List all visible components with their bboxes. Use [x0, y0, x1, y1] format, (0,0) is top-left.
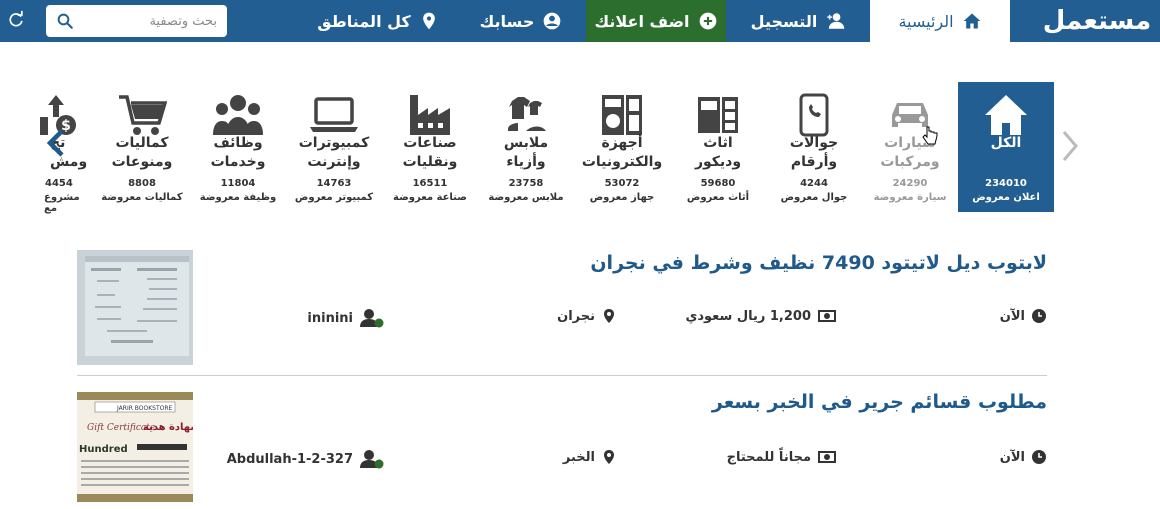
category-sub: مشروع مع	[44, 192, 80, 214]
nav-register-label: التسجيل	[750, 11, 818, 31]
category-count: 8808	[128, 178, 156, 189]
category-label: صناعات ونقليات	[402, 135, 458, 170]
category-clothes[interactable]: ملابس وأزياء 23758 ملابس معروضة	[478, 82, 574, 212]
listing-item[interactable]: لابتوب ديل لاتيتود 7490 نظيف وشرط في نجر…	[77, 240, 1047, 376]
category-carousel: الكل 234010 اعلان معروض سيارات ومركبات 2…	[0, 82, 1160, 214]
category-sub: أثاث معروض	[686, 192, 750, 203]
user-circle-icon	[544, 12, 561, 30]
category-sub: كمبيوتر معروض	[294, 192, 374, 203]
category-count: 4244	[800, 178, 828, 189]
category-sub: سيارة معروضة	[873, 192, 947, 203]
money-icon	[818, 310, 836, 322]
top-navbar: مستعمل الرئيسية التسجيل اضف اعلانك حسابك…	[0, 0, 1160, 42]
user-online-icon	[360, 450, 384, 469]
listing-price: مجاناً للمحتاج	[727, 449, 837, 465]
home-icon	[963, 13, 980, 29]
category-furniture[interactable]: اثاث وديكور 59680 أثاث معروض	[670, 82, 766, 212]
listing-city[interactable]: نجران	[557, 308, 617, 324]
category-sub: صناعة معروضة	[393, 192, 467, 203]
add-user-icon	[827, 13, 845, 29]
category-count: 4454	[45, 178, 73, 189]
category-label: كمبيوترات وإنترنت	[298, 135, 370, 170]
category-sub: اعلان معروض	[972, 192, 1040, 203]
nav-home-tab[interactable]: الرئيسية	[870, 0, 1010, 42]
category-jobs[interactable]: وظائف وخدمات 11804 وظيفة معروضة	[190, 82, 286, 212]
nav-add-ad-label: اضف اعلانك	[594, 11, 690, 31]
category-count: 53072	[604, 178, 640, 189]
listing-user[interactable]: Abdullah-1-2-327	[227, 449, 385, 469]
listing-thumbnail[interactable]	[77, 250, 193, 365]
category-accessories[interactable]: كماليات ومنوعات 8808 كماليات معروضة	[94, 82, 190, 212]
thumb-amount: Hundred	[79, 444, 128, 455]
refresh-icon[interactable]	[6, 10, 26, 30]
category-label: اثاث وديكور	[694, 135, 742, 170]
nav-regions-label: كل المناطق	[317, 11, 411, 31]
category-all[interactable]: الكل 234010 اعلان معروض	[958, 82, 1054, 212]
category-sub: جهاز معروض	[589, 192, 655, 203]
category-count: 11804	[220, 178, 256, 189]
listing-city[interactable]: الخبر	[563, 449, 617, 465]
clock-icon	[1032, 450, 1046, 464]
category-label: سيارات ومركبات	[880, 135, 940, 170]
plus-circle-icon	[699, 12, 716, 30]
category-count: 16511	[412, 178, 448, 189]
category-sub: وظيفة معروضة	[199, 192, 277, 203]
category-electronics[interactable]: أجهزة والكترونيات 53072 جهاز معروض	[574, 82, 670, 212]
category-label: جوالات وأرقام	[789, 135, 839, 170]
site-logo[interactable]: مستعمل	[1034, 0, 1160, 42]
nav-home-label: الرئيسية	[898, 11, 954, 31]
hand-cursor-icon	[922, 126, 938, 145]
category-cars[interactable]: سيارات ومركبات 24290 سيارة معروضة	[862, 82, 958, 212]
category-sub: كماليات معروضة	[101, 192, 183, 203]
listing-title[interactable]: لابتوب ديل لاتيتود 7490 نظيف وشرط في نجر…	[590, 252, 1047, 274]
category-label: كماليات ومنوعات	[111, 135, 173, 170]
category-label: وظائف وخدمات	[210, 135, 266, 170]
nav-regions-link[interactable]: كل المناطق	[300, 0, 456, 42]
listing-price: 1,200 ريال سعودي	[685, 308, 837, 324]
thumb-arabic: شهادة هدية	[143, 422, 193, 433]
listing-time: الآن	[1000, 308, 1047, 324]
search-box	[46, 5, 227, 37]
category-count: 234010	[985, 178, 1027, 189]
category-sub: جوال معروض	[780, 192, 848, 203]
listing-title[interactable]: مطلوب قسائم جرير في الخبر بسعر	[712, 391, 1047, 413]
category-label: ملابس وأزياء	[503, 135, 549, 170]
search-input[interactable]	[87, 13, 217, 29]
category-count: 59680	[700, 178, 736, 189]
location-pin-icon	[604, 450, 614, 464]
search-icon[interactable]	[56, 12, 74, 30]
category-label: أجهزة والكترونيات	[581, 135, 663, 170]
chevron-right-icon[interactable]	[1060, 128, 1080, 164]
listing-time: الآن	[1000, 449, 1047, 465]
category-count: 23758	[508, 178, 544, 189]
nav-register-button[interactable]: التسجيل	[726, 0, 870, 42]
nav-account-link[interactable]: حسابك	[456, 0, 586, 42]
location-pin-icon	[604, 309, 614, 323]
category-count: 24290	[892, 178, 928, 189]
nav-account-label: حسابك	[479, 11, 535, 31]
category-industry[interactable]: صناعات ونقليات 16511 صناعة معروضة	[382, 82, 478, 212]
clock-icon	[1032, 309, 1046, 323]
category-phones[interactable]: جوالات وأرقام 4244 جوال معروض	[766, 82, 862, 212]
listing-user[interactable]: ininini	[307, 308, 385, 328]
category-count: 14763	[316, 178, 352, 189]
location-pin-icon	[422, 12, 435, 30]
category-computers[interactable]: كمبيوترات وإنترنت 14763 كمبيوتر معروض	[286, 82, 382, 212]
user-online-icon	[360, 309, 384, 328]
listing-thumbnail[interactable]: JARIR BOOKSTORE Gift Certificate شهادة ه…	[77, 392, 193, 502]
category-label: الكل	[990, 135, 1022, 151]
listing-item[interactable]: JARIR BOOKSTORE Gift Certificate شهادة ه…	[77, 377, 1047, 507]
thumb-brand: JARIR BOOKSTORE	[116, 405, 173, 412]
money-icon	[818, 451, 836, 463]
chevron-left-icon[interactable]	[44, 128, 68, 158]
nav-add-ad-button[interactable]: اضف اعلانك	[586, 0, 726, 42]
category-sub: ملابس معروضة	[488, 192, 564, 203]
